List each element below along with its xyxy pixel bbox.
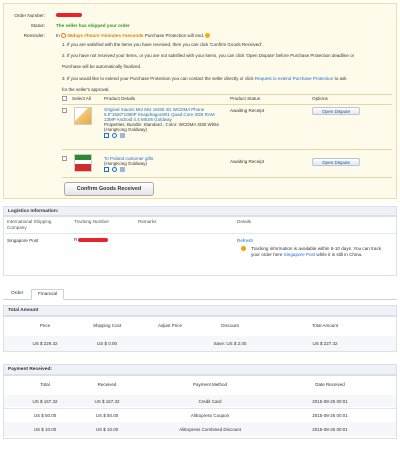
mail-icon[interactable] — [104, 133, 109, 138]
product-thumbnail[interactable] — [74, 107, 92, 125]
header-shipping-cost: Shipping Cost — [92, 323, 122, 328]
total-amount-header: Total Amount — [3, 305, 397, 316]
header-options: Options — [312, 96, 328, 101]
note-3: 3. If you would like to extend your Purc… — [62, 75, 347, 81]
tab-order[interactable]: Order — [5, 289, 29, 300]
payment-method: Credit Card — [198, 399, 222, 404]
divider — [4, 408, 396, 409]
header-received: Received — [97, 382, 117, 387]
divider — [4, 233, 396, 234]
logistics-header: Logistics Information: — [3, 206, 397, 216]
payment-received-header: Payment Received: — [3, 364, 397, 375]
divider — [62, 149, 392, 150]
header-adjust-price: Adjust Price — [157, 323, 182, 328]
payment-received: US $ 10.00 — [95, 427, 119, 432]
reminder-text: In 06days #hours #minutes #seconds Purch… — [56, 33, 211, 39]
seller-contact-icons — [104, 133, 224, 140]
note-2b: Purchase will be automatically finalized… — [62, 64, 142, 70]
header-total-amount: Total Amount — [311, 323, 338, 328]
product-seller: (HongKong Goldway) — [104, 127, 148, 132]
status-value: The seller has shipped your order — [56, 23, 130, 28]
payment-total: US $ 50.00 — [33, 413, 57, 418]
payment-received: US $ 167.32 — [94, 399, 120, 404]
payment-method: AliExpress Coupon — [190, 413, 230, 418]
header-details: Details — [237, 219, 252, 224]
reminder-prefix: In — [56, 33, 60, 38]
payment-received: US $ 50.00 — [95, 413, 119, 418]
price-value: US $ 229.32 — [32, 341, 58, 346]
tracking-detail-text: Tracking information is available within… — [251, 246, 382, 257]
product-seller: (HongKong Goldway) — [104, 161, 148, 166]
confirm-goods-received-button[interactable]: Confirm Goods Received — [64, 182, 154, 196]
reminder-countdown: 06days #hours #minutes #seconds — [67, 33, 144, 38]
header-date-received: Date Received — [315, 382, 345, 387]
tab-bar: Order Financial — [3, 289, 397, 300]
header-payment-method: Payment Method — [192, 382, 228, 387]
select-all-checkbox[interactable] — [62, 96, 67, 102]
header-total: Total — [40, 382, 50, 387]
product-title-link[interactable]: Original Xiaomi Mi4 Mi4 16GB 3G WCDMA Ph… — [104, 107, 224, 122]
header-tracking-number: Tracking Number — [74, 219, 110, 224]
redacted-order-number — [56, 12, 82, 17]
tracking-number: R — [74, 237, 109, 243]
info-icon[interactable] — [120, 167, 125, 172]
header-price: Price — [39, 323, 51, 328]
note-1: 1. If you are satisfied with the items y… — [62, 42, 263, 47]
payment-method: AliExpress Combined Discount — [179, 427, 241, 432]
payment-date: 2015-08-25 00:01 — [312, 427, 348, 432]
chat-icon[interactable] — [112, 167, 117, 172]
redacted-tracking — [78, 237, 109, 242]
shipping-cost-value: US $ 0.00 — [96, 341, 117, 346]
select-all-label: Select All — [72, 96, 91, 101]
header-remarks: Remarks — [138, 219, 157, 224]
discount-value: Save: US $ 2.00 — [213, 341, 247, 346]
product-info: Original Xiaomi Mi4 Mi4 16GB 3G WCDMA Ph… — [104, 107, 224, 140]
product-thumbnail[interactable] — [74, 154, 92, 172]
reminder-label: Reminder: — [23, 33, 45, 38]
tab-financial[interactable]: Financial — [31, 289, 65, 300]
product-status: Awaiting Receipt — [230, 108, 265, 113]
total-amount-value: US $ 227.32 — [312, 341, 338, 346]
singapore-post-link[interactable]: Singapore Post — [284, 252, 315, 257]
product-info: To Poland customer gifts (HongKong Goldw… — [104, 156, 224, 174]
reminder-notes: 1. If you are satisfied with the items y… — [62, 39, 387, 95]
payment-total: US $ 167.32 — [32, 399, 58, 404]
header-product-status: Product Status — [230, 96, 261, 101]
payment-date: 2015-08-25 00:01 — [312, 413, 348, 418]
order-number-value — [56, 12, 82, 18]
note-2: 2. If you have not received your items, … — [62, 53, 355, 59]
reminder-suffix: Purchase Protection will end. — [144, 33, 205, 38]
product-status: Awaiting Receipt — [230, 159, 265, 164]
mail-icon[interactable] — [104, 167, 109, 172]
row-checkbox[interactable] — [62, 108, 67, 114]
row-checkbox[interactable] — [62, 156, 67, 162]
header-product-details: Product Details — [104, 96, 136, 101]
clock-icon — [61, 33, 67, 39]
payment-date: 2015-08-25 00:01 — [312, 399, 348, 404]
header-discount: Discount — [221, 323, 239, 328]
divider — [62, 104, 392, 105]
order-number-label: Order Number: — [14, 13, 45, 18]
divider — [62, 94, 392, 95]
payment-total: US $ 10.00 — [33, 427, 57, 432]
info-icon[interactable] — [205, 33, 211, 39]
open-dispute-button[interactable]: Open Dispute — [312, 107, 360, 115]
header-shipping-company: International Shipping Company — [7, 219, 52, 230]
refresh-link[interactable]: Refresh — [237, 238, 253, 244]
extend-protection-link[interactable]: Request to extend Purchase Protection — [255, 76, 333, 81]
shipping-company: Singapore Post — [7, 238, 39, 243]
divider — [62, 177, 392, 178]
status-label: Status: — [30, 23, 45, 28]
seller-contact-icons — [104, 167, 224, 174]
info-icon[interactable] — [120, 133, 125, 138]
order-summary-panel: Order Number: Status: The seller has shi… — [3, 3, 397, 199]
warning-icon — [241, 246, 246, 253]
open-dispute-button[interactable]: Open Dispute — [312, 158, 360, 166]
chat-icon[interactable] — [112, 133, 117, 138]
